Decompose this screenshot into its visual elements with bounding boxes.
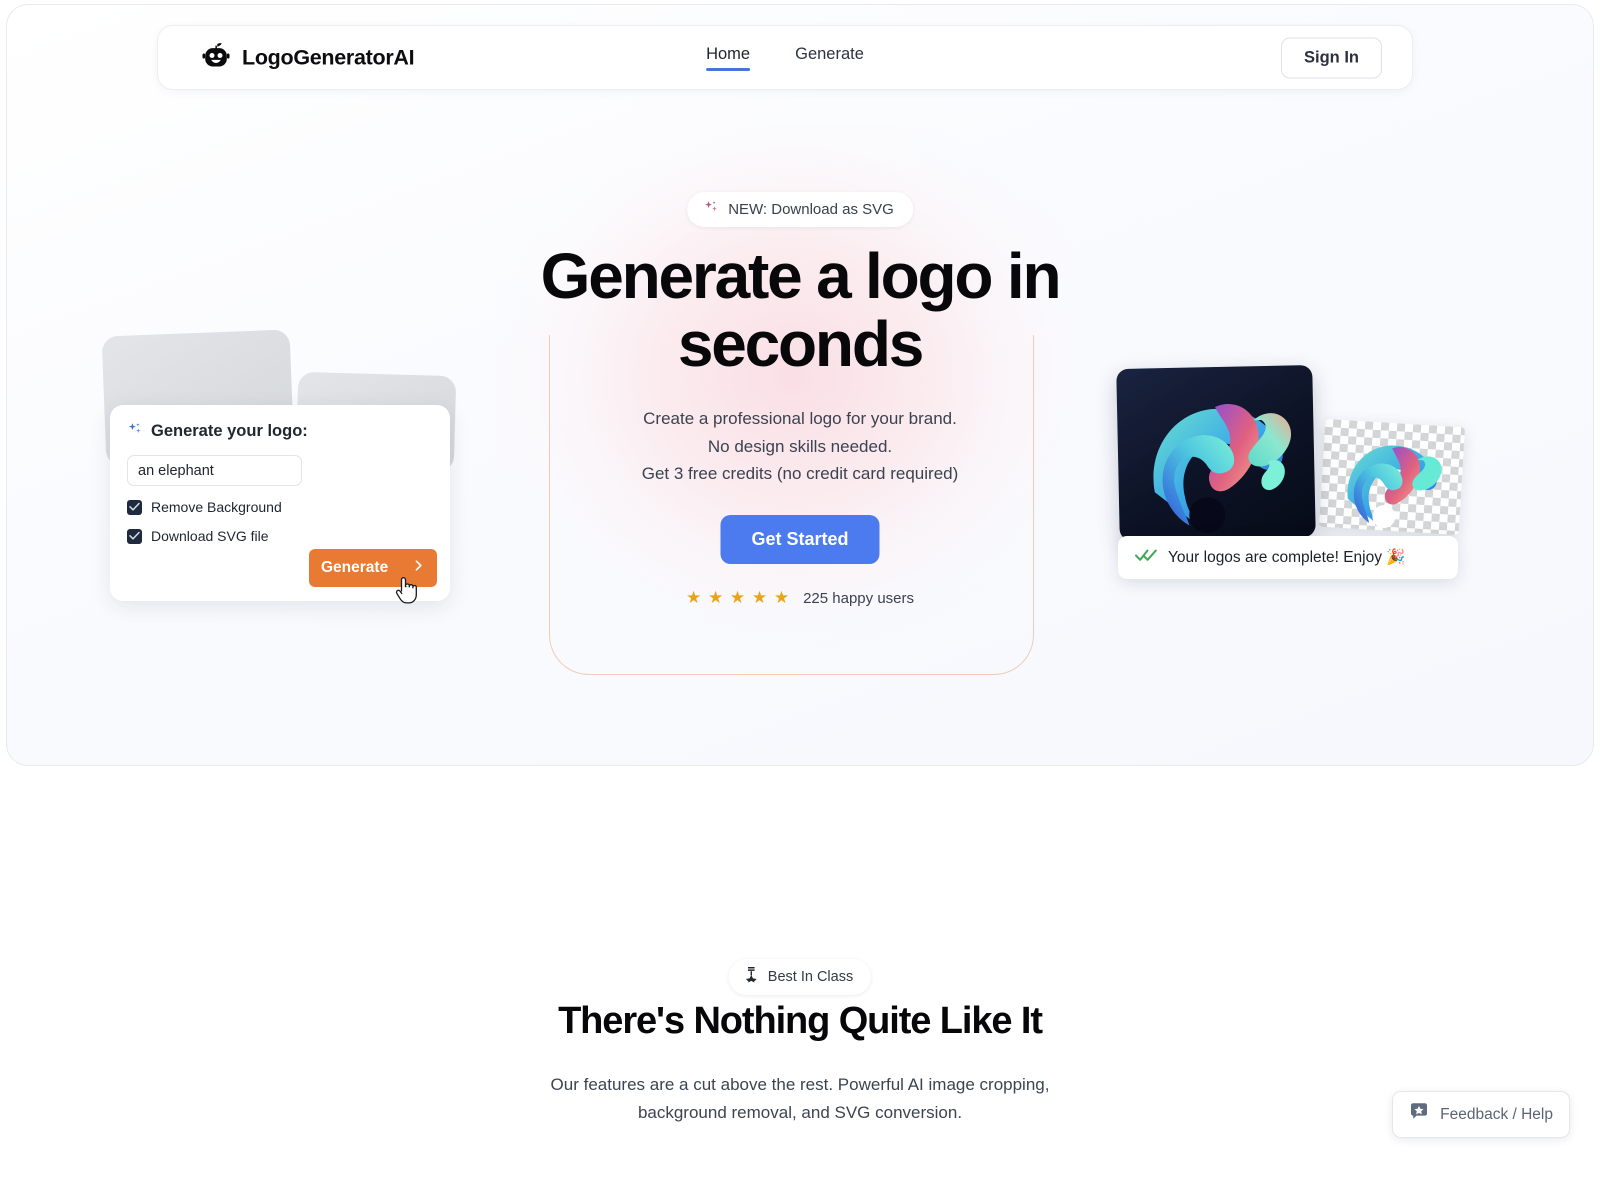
medal-icon (744, 966, 759, 988)
option-remove-background[interactable]: Remove Background (127, 499, 433, 515)
features-subtitle: Our features are a cut above the rest. P… (550, 1075, 1050, 1122)
hero-badge-label: NEW: Download as SVG (728, 201, 894, 218)
checkbox-checked-icon[interactable] (127, 499, 142, 515)
toast-message: Your logos are complete! Enjoy 🎉 (1168, 549, 1406, 566)
option-download-svg[interactable]: Download SVG file (127, 528, 433, 544)
brand-name: LogoGeneratorAI (242, 45, 415, 69)
get-started-button[interactable]: Get Started (720, 515, 880, 564)
checkbox-checked-icon[interactable] (127, 528, 142, 544)
double-check-icon (1135, 548, 1157, 567)
sparkles-icon (703, 199, 719, 220)
option-label: Remove Background (151, 499, 282, 515)
brand-logo[interactable]: LogoGeneratorAI (201, 40, 415, 75)
feedback-help-button[interactable]: Feedback / Help (1392, 1091, 1570, 1138)
hero-subtitle: Create a professional logo for your bran… (641, 409, 959, 484)
star-bubble-icon (1409, 1102, 1429, 1127)
sign-in-button[interactable]: Sign In (1281, 37, 1382, 78)
hero-title: Generate a logo in seconds (540, 240, 1062, 380)
features-badge-label: Best In Class (767, 969, 854, 985)
nav-link-home[interactable]: Home (706, 45, 751, 71)
star-rating-icon: ★ ★ ★ ★ ★ (685, 588, 791, 607)
robot-head-icon (201, 40, 231, 75)
logo-preview-transparent[interactable] (1318, 418, 1466, 536)
generate-button-label: Generate (321, 559, 389, 576)
features-title: There's Nothing Quite Like It (558, 1000, 1043, 1042)
generator-card: Generate your logo: Remove Background Do… (110, 405, 450, 601)
pointing-hand-cursor (393, 574, 419, 611)
option-label: Download SVG file (151, 528, 269, 544)
features-badge: Best In Class (728, 959, 872, 995)
nav-link-generate[interactable]: Generate (795, 45, 864, 71)
hero-decorative-outline (549, 335, 1034, 675)
completion-toast: Your logos are complete! Enjoy 🎉 (1118, 536, 1458, 579)
prompt-input[interactable] (127, 455, 302, 486)
logo-preview-dark[interactable] (1116, 364, 1316, 542)
generator-card-title: Generate your logo: (127, 421, 433, 442)
happy-users-count: 225 happy users (803, 589, 915, 607)
sparkles-icon (127, 421, 143, 442)
hero-badge[interactable]: NEW: Download as SVG (687, 192, 913, 227)
social-proof: ★ ★ ★ ★ ★ 225 happy users (686, 588, 914, 608)
navbar: LogoGeneratorAI Home Generate Sign In (157, 25, 1413, 90)
generator-card-title-label: Generate your logo: (151, 422, 308, 440)
feedback-help-label: Feedback / Help (1440, 1105, 1553, 1123)
nav-links: Home Generate (706, 45, 864, 71)
